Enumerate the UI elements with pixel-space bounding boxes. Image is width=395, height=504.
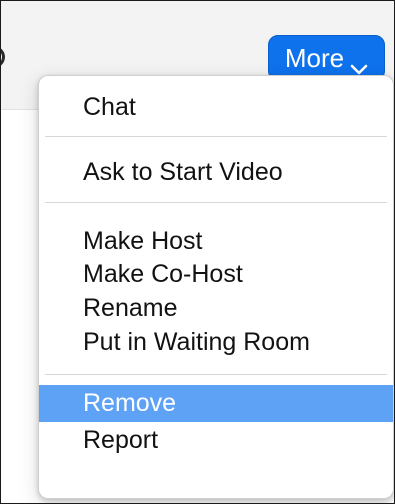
menu-item-make-host[interactable]: Make Host xyxy=(39,223,393,260)
partial-icon xyxy=(1,46,5,68)
menu-separator xyxy=(45,136,387,137)
menu-item-label: Make Host xyxy=(83,227,203,255)
more-button-label: More xyxy=(284,43,345,73)
menu-item-label: Rename xyxy=(83,294,178,322)
menu-item-label: Ask to Start Video xyxy=(83,158,283,186)
menu-separator xyxy=(45,374,387,375)
chevron-down-icon xyxy=(350,52,368,75)
menu-item-label: Put in Waiting Room xyxy=(83,328,310,356)
menu-item-make-co-host[interactable]: Make Co-Host xyxy=(39,256,393,293)
menu-item-label: Remove xyxy=(83,389,177,417)
menu-item-chat[interactable]: Chat xyxy=(39,89,393,126)
menu-item-ask-to-start-video[interactable]: Ask to Start Video xyxy=(39,154,393,191)
menu-item-label: Chat xyxy=(83,93,136,121)
screenshot-frame: More Chat Ask to Start Video Make Host M… xyxy=(0,0,395,504)
menu-separator xyxy=(45,202,387,203)
menu-item-remove[interactable]: Remove xyxy=(39,385,393,422)
menu-item-put-in-waiting-room[interactable]: Put in Waiting Room xyxy=(39,324,393,361)
menu-item-report[interactable]: Report xyxy=(39,422,393,459)
menu-item-rename[interactable]: Rename xyxy=(39,290,393,327)
more-dropdown-menu: Chat Ask to Start Video Make Host Make C… xyxy=(38,75,394,499)
menu-item-label: Report xyxy=(83,426,159,454)
menu-item-label: Make Co-Host xyxy=(83,260,243,288)
